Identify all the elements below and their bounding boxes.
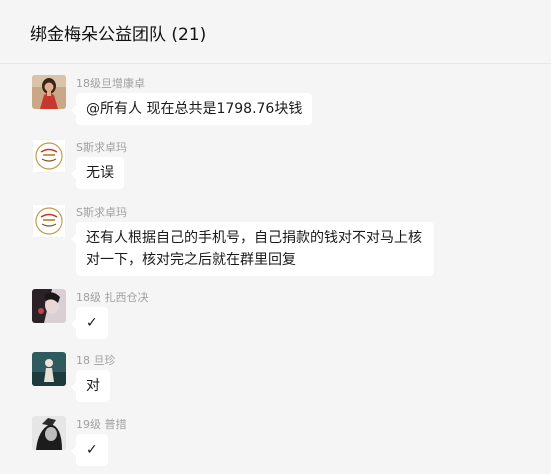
message-bubble[interactable]: 还有人根据自己的手机号，自己捐款的钱对不对马上核对一下，核对完之后就在群里回复 [71,222,434,276]
avatar[interactable] [32,416,66,450]
sender-name: 19级 普措 [76,418,127,431]
sender-name: S斯求卓玛 [76,141,127,154]
message-bubble[interactable]: ✓ [71,307,108,339]
chat-title: 绑金梅朵公益团队 (21) [30,25,207,45]
message-bubble[interactable]: ✓ [71,434,108,466]
avatar-girl-red-dress-icon [32,75,66,109]
message-bubble[interactable]: 对 [71,370,110,402]
avatar-portrait-dark-icon [32,289,66,323]
avatar-logo-emblem-icon [32,139,66,173]
message-bubble[interactable]: 无误 [71,157,124,189]
avatar[interactable] [32,352,66,386]
sender-name: 18级旦增康卓 [76,77,145,90]
sender-name: S斯求卓玛 [76,206,127,219]
avatar[interactable] [32,289,66,323]
avatar-portrait-bw-icon [32,416,66,450]
sender-name: 18级 扎西仓决 [76,291,149,304]
message-list[interactable]: 18级旦增康卓 @所有人 现在总共是1798.76块钱 S斯求卓玛 无误 S斯求… [0,64,551,474]
sender-name: 18 旦珍 [76,354,116,367]
avatar[interactable] [32,139,66,173]
avatar[interactable] [32,75,66,109]
avatar[interactable] [32,204,66,238]
avatar-figure-teal-icon [32,352,66,386]
message-bubble[interactable]: @所有人 现在总共是1798.76块钱 [70,93,313,125]
avatar-logo-emblem-icon [32,204,66,238]
chat-header: 绑金梅朵公益团队 (21) [0,0,551,64]
